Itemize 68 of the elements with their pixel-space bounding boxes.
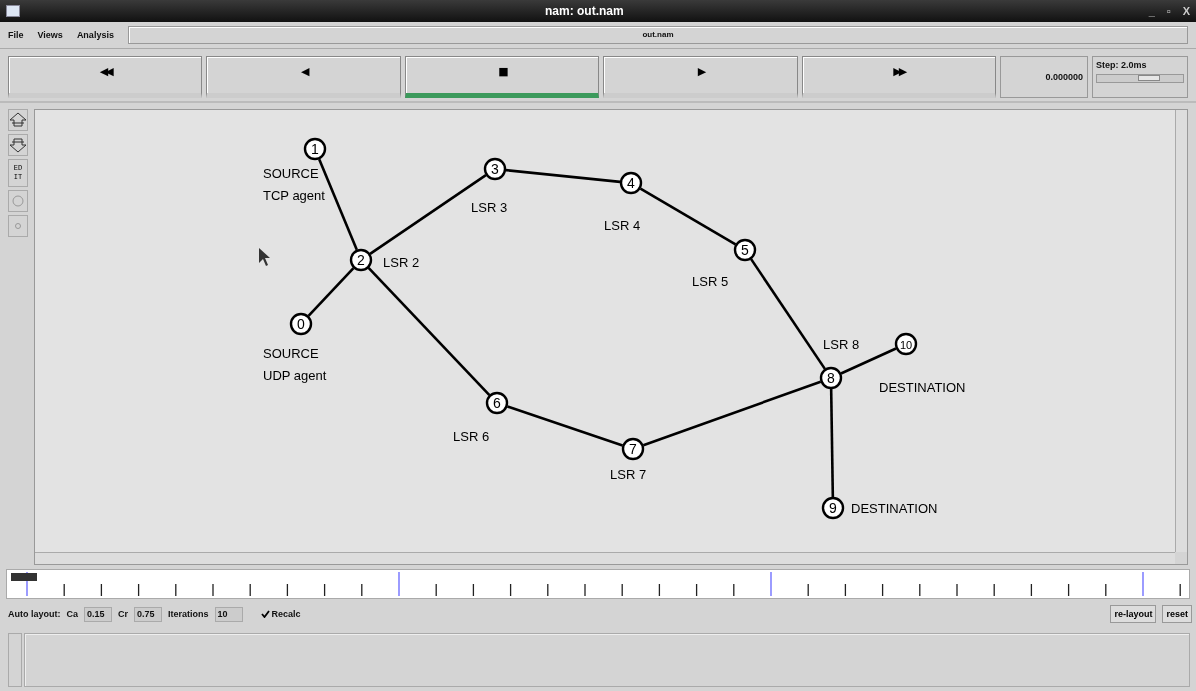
field-label: Iterations (168, 609, 209, 619)
node-label: DESTINATION (851, 501, 938, 516)
playback-button[interactable]: ■ (404, 56, 600, 98)
auto-layout-label: Auto layout: (8, 609, 61, 619)
layout-button[interactable]: reset (1162, 605, 1192, 623)
node-label: SOURCE (263, 346, 319, 361)
menu-item[interactable]: File (8, 30, 24, 40)
node-label: DESTINATION (879, 380, 966, 395)
down-arrow-icon (9, 137, 27, 153)
field-label: Cr (118, 609, 129, 619)
window-control[interactable]: ▫ (1166, 5, 1171, 17)
node-label: SOURCE (263, 166, 319, 181)
input-field[interactable]: 10 (214, 606, 243, 622)
checkbox-label: Recalc (271, 609, 301, 619)
step-label: Step: 2.0ms (1096, 60, 1148, 70)
network-node[interactable]: 3 (483, 157, 507, 181)
field-label: Ca (66, 609, 78, 619)
small-circle-icon (14, 222, 22, 230)
timeline-ruler[interactable] (6, 569, 1190, 599)
input-field[interactable]: 0.75 (134, 606, 163, 622)
mouse-cursor-icon (259, 248, 270, 266)
zoom-out-button[interactable] (8, 134, 28, 156)
node-label: LSR 8 (823, 337, 860, 352)
node-label: LSR 7 (610, 467, 647, 482)
up-arrow-icon (9, 112, 27, 128)
menu-item[interactable]: Views (37, 30, 63, 40)
window-icon (6, 5, 20, 17)
horizontal-scrollbar[interactable] (35, 552, 1175, 564)
network-node[interactable]: 10 (894, 332, 918, 356)
network-node[interactable]: 0 (289, 312, 313, 336)
circle-tool-button[interactable] (8, 190, 28, 212)
node-label: LSR 3 (471, 200, 508, 215)
network-node[interactable]: 4 (619, 171, 643, 195)
network-node[interactable]: 2 (349, 248, 373, 272)
playback-button[interactable]: ◀ (206, 56, 401, 98)
zoom-in-button[interactable] (8, 109, 28, 131)
network-node[interactable]: 9 (821, 496, 845, 520)
layout-button[interactable]: re-layout (1110, 605, 1157, 623)
link-line (840, 347, 897, 375)
node-label: LSR 6 (453, 429, 490, 444)
vertical-scrollbar[interactable] (1175, 110, 1187, 552)
network-node[interactable]: 7 (621, 437, 645, 461)
network-node[interactable]: 8 (819, 366, 843, 390)
playback-button[interactable]: ◀◀ (8, 56, 203, 98)
circle-icon (12, 195, 24, 207)
step-slider[interactable] (1096, 74, 1185, 83)
window-control[interactable]: _ (1148, 5, 1155, 17)
window-title: nam: out.nam (543, 4, 625, 18)
dot-tool-button[interactable] (8, 215, 28, 237)
recalc-checkbox[interactable] (260, 609, 270, 619)
playback-button[interactable]: ▶▶ (801, 56, 997, 98)
node-label: UDP agent (263, 368, 327, 383)
time-display: 0.000000 (1000, 56, 1089, 98)
file-name-field: out.nam (127, 26, 1188, 44)
menu-item[interactable]: Analysis (76, 30, 114, 40)
node-label: TCP agent (263, 188, 325, 203)
node-label: LSR 5 (692, 274, 729, 289)
playback-button[interactable]: ▶ (603, 56, 798, 98)
link-line (307, 267, 355, 317)
network-node[interactable]: 5 (733, 238, 757, 262)
window-control[interactable]: X (1182, 5, 1190, 17)
slider-thumb[interactable] (1137, 75, 1160, 81)
input-field[interactable]: 0.15 (84, 606, 112, 622)
node-label: LSR 2 (383, 255, 420, 270)
network-node[interactable]: 6 (485, 391, 509, 415)
network-node[interactable]: 1 (303, 137, 327, 161)
node-label: LSR 4 (604, 218, 641, 233)
vertical-scrollbar[interactable] (8, 633, 22, 687)
